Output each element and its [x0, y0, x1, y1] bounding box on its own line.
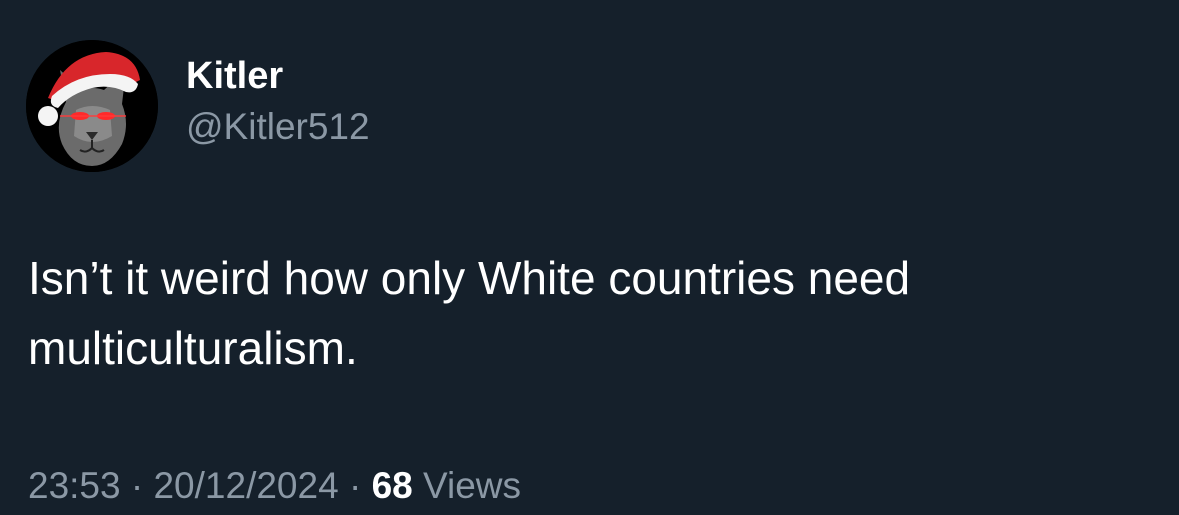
cat-santa-hat-icon — [26, 40, 158, 172]
avatar[interactable] — [26, 40, 158, 172]
author-info: Kitler @Kitler512 — [186, 52, 370, 150]
meta-separator: · — [120, 465, 154, 506]
tweet-date[interactable]: 20/12/2024 — [153, 465, 338, 506]
tweet-time[interactable]: 23:53 — [28, 465, 121, 506]
views-label: Views — [412, 465, 522, 506]
tweet-text-line: Isn’t it weird how only White countries … — [28, 252, 911, 304]
author-display-name[interactable]: Kitler — [186, 52, 370, 100]
tweet: Kitler @Kitler512 Isn’t it weird how onl… — [0, 0, 1179, 515]
meta-separator: · — [338, 465, 372, 506]
tweet-text-line: multiculturalism. — [28, 322, 358, 374]
views-count[interactable]: 68 — [372, 465, 413, 506]
tweet-meta: 23:53 · 20/12/2024 · 68 Views — [28, 462, 521, 510]
author-handle[interactable]: @Kitler512 — [186, 104, 370, 150]
tweet-text: Isn’t it weird how only White countries … — [28, 243, 1148, 383]
